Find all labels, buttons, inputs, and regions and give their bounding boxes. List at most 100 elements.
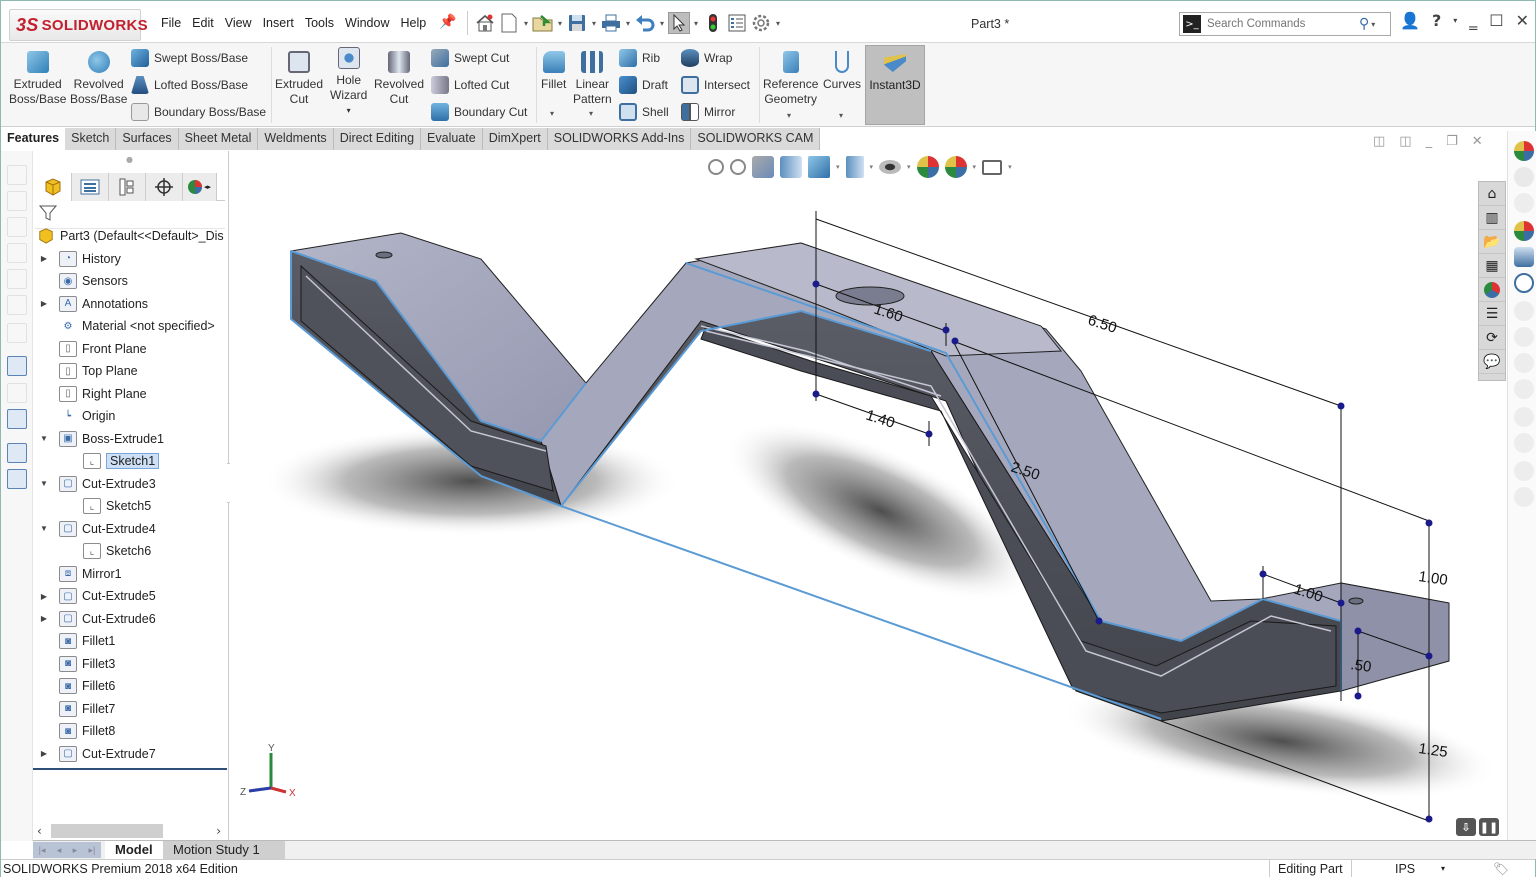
swept-boss-button[interactable]: Swept Boss/Base: [131, 49, 248, 67]
tree-node-cut-extrude6[interactable]: ▶ ▢ Cut-Extrude6: [33, 608, 229, 631]
viewport-minimize-icon[interactable]: _: [1426, 134, 1433, 149]
tree-node-cut-extrude5[interactable]: ▶ ▢ Cut-Extrude5: [33, 585, 229, 608]
tree-node-boss-extrude1[interactable]: ▼ ▣ Boss-Extrude1: [33, 428, 229, 451]
dimension-label-pocket-offset[interactable]: 1.40: [864, 407, 897, 432]
tree-node-fillet1[interactable]: ◙ Fillet1: [33, 630, 229, 653]
tab-model[interactable]: Model: [105, 841, 163, 860]
search-commands[interactable]: >_ ⚲ ▾: [1179, 12, 1391, 36]
appearances-scenes-icon[interactable]: [1479, 278, 1505, 302]
help-icon[interactable]: ?: [1432, 11, 1441, 30]
view-cube-icon[interactable]: [7, 243, 27, 263]
intersect-button[interactable]: Intersect: [681, 76, 750, 94]
file-properties-icon[interactable]: [726, 12, 748, 34]
hole-wizard-button[interactable]: Hole Wizard ▾: [330, 47, 367, 118]
tree-node-front-plane[interactable]: ▯ Front Plane: [33, 338, 229, 361]
appearance-icon[interactable]: [1514, 141, 1534, 161]
options-icon[interactable]: [750, 12, 772, 34]
undo-dropdown-icon[interactable]: ▾: [658, 19, 666, 28]
section-view-icon[interactable]: [7, 469, 27, 489]
search-icon[interactable]: ⚲: [1359, 16, 1369, 32]
shell-button[interactable]: Shell: [619, 103, 669, 121]
undo-icon[interactable]: [634, 12, 656, 34]
home-icon[interactable]: [474, 12, 496, 34]
hole-wizard-dropdown-icon[interactable]: ▾: [347, 103, 351, 118]
view-palette-icon[interactable]: ▦: [1479, 254, 1505, 278]
rib-button[interactable]: Rib: [619, 49, 660, 67]
menu-tools[interactable]: Tools: [305, 16, 334, 30]
search-dropdown-icon[interactable]: ▾: [1371, 20, 1375, 29]
boundary-cut-button[interactable]: Boundary Cut: [431, 103, 527, 121]
lofted-cut-button[interactable]: Lofted Cut: [431, 76, 509, 94]
expand-arrow-icon[interactable]: ▶: [39, 592, 49, 601]
instant3d-toggle[interactable]: Instant3D: [865, 45, 925, 125]
select-dropdown-icon[interactable]: ▾: [692, 19, 700, 28]
display-icon[interactable]: [7, 409, 27, 429]
expand-arrow-icon[interactable]: ▶: [39, 299, 49, 308]
file-explorer-icon[interactable]: 📂: [1479, 230, 1505, 254]
fillet-button[interactable]: Fillet: [541, 51, 566, 92]
menu-window[interactable]: Window: [345, 16, 389, 30]
save-icon[interactable]: [566, 12, 588, 34]
menu-edit[interactable]: Edit: [192, 16, 214, 30]
tile-left-icon[interactable]: ◫: [1373, 134, 1385, 149]
tree-node-fillet6[interactable]: ◙ Fillet6: [33, 675, 229, 698]
expand-arrow-icon[interactable]: ▶: [39, 254, 49, 263]
tree-node-cut-extrude7[interactable]: ▶ ▢ Cut-Extrude7: [33, 743, 229, 766]
display-manager-tab[interactable]: ◂▸: [183, 173, 217, 201]
open-icon[interactable]: [532, 12, 554, 34]
menu-insert[interactable]: Insert: [263, 16, 294, 30]
quick-tips-icon[interactable]: 🏷: [1493, 862, 1509, 877]
tree-node-fillet7[interactable]: ◙ Fillet7: [33, 698, 229, 721]
smart-dimension-icon[interactable]: [7, 383, 27, 403]
tree-node-sensors[interactable]: ◉ Sensors: [33, 270, 229, 293]
dimxpert-manager-tab[interactable]: [146, 173, 183, 201]
next-tab-icon[interactable]: ▸: [73, 845, 78, 856]
scrollbar-thumb[interactable]: [51, 824, 163, 838]
dimension-label-overall-length[interactable]: 6.50: [1086, 312, 1119, 337]
tab-dimxpert[interactable]: DimXpert: [482, 128, 548, 150]
save-dropdown-icon[interactable]: ▾: [590, 19, 598, 28]
scroll-left-icon[interactable]: ‹: [37, 824, 42, 838]
model-3d-view[interactable]: 6.50 1.60 1.40 2.50 1.00 1.00 .50 1.25 Y…: [230, 151, 1506, 839]
panel-grip-icon[interactable]: ●: [126, 155, 133, 164]
solidworks-resources-icon[interactable]: ⌂: [1479, 182, 1505, 206]
menu-help[interactable]: Help: [401, 16, 427, 30]
view-cube-icon[interactable]: [7, 191, 27, 211]
tree-node-fillet8[interactable]: ◙ Fillet8: [33, 720, 229, 743]
new-dropdown-icon[interactable]: ▾: [522, 19, 530, 28]
mirror-button[interactable]: Mirror: [681, 103, 735, 121]
tree-node-history[interactable]: ▶ ◔ History: [33, 248, 229, 271]
tab-surfaces[interactable]: Surfaces: [116, 128, 179, 150]
tab-direct-editing[interactable]: Direct Editing: [333, 128, 422, 150]
prev-tab-icon[interactable]: ◂: [57, 845, 62, 856]
filter-icon[interactable]: [38, 204, 58, 226]
custom-properties-icon[interactable]: ☰: [1479, 302, 1505, 326]
unit-dropdown-icon[interactable]: ▾: [1441, 864, 1445, 873]
tree-node-annotations[interactable]: ▶ A Annotations: [33, 293, 229, 316]
decals-icon[interactable]: [1514, 247, 1534, 267]
dimension-label-height[interactable]: 1.00: [1417, 568, 1448, 589]
scroll-right-icon[interactable]: ›: [216, 824, 221, 838]
menu-view[interactable]: View: [225, 16, 252, 30]
tree-node-fillet3[interactable]: ◙ Fillet3: [33, 653, 229, 676]
viewport-close-icon[interactable]: ✕: [1472, 134, 1483, 149]
tab-solidworks-add-ins[interactable]: SOLIDWORKS Add-Ins: [547, 128, 692, 150]
tree-node-top-plane[interactable]: ▯ Top Plane: [33, 360, 229, 383]
tree-node-cut-extrude3[interactable]: ▼ ▢ Cut-Extrude3: [33, 473, 229, 496]
tree-node-cut-extrude4[interactable]: ▼ ▢ Cut-Extrude4: [33, 518, 229, 541]
wrap-button[interactable]: Wrap: [681, 49, 732, 67]
new-document-icon[interactable]: [498, 12, 520, 34]
tab-weldments[interactable]: Weldments: [258, 128, 334, 150]
viewport-restore-icon[interactable]: ❐: [1446, 134, 1458, 149]
expand-arrow-icon[interactable]: ▶: [39, 614, 49, 623]
property-manager-tab[interactable]: [72, 173, 109, 201]
solidworks-logo[interactable]: 3S SOLIDWORKS: [9, 9, 148, 41]
linear-pattern-dropdown-icon[interactable]: ▾: [589, 109, 593, 118]
lofted-boss-button[interactable]: Lofted Boss/Base: [131, 76, 248, 94]
swept-cut-button[interactable]: Swept Cut: [431, 49, 509, 67]
rebuild-icon[interactable]: [702, 12, 724, 34]
tab-solidworks-cam[interactable]: SOLIDWORKS CAM: [691, 128, 821, 150]
pin-menu-icon[interactable]: 📌: [439, 14, 456, 30]
tab-sheet-metal[interactable]: Sheet Metal: [178, 128, 259, 150]
curves-dropdown-icon[interactable]: ▾: [839, 111, 843, 120]
